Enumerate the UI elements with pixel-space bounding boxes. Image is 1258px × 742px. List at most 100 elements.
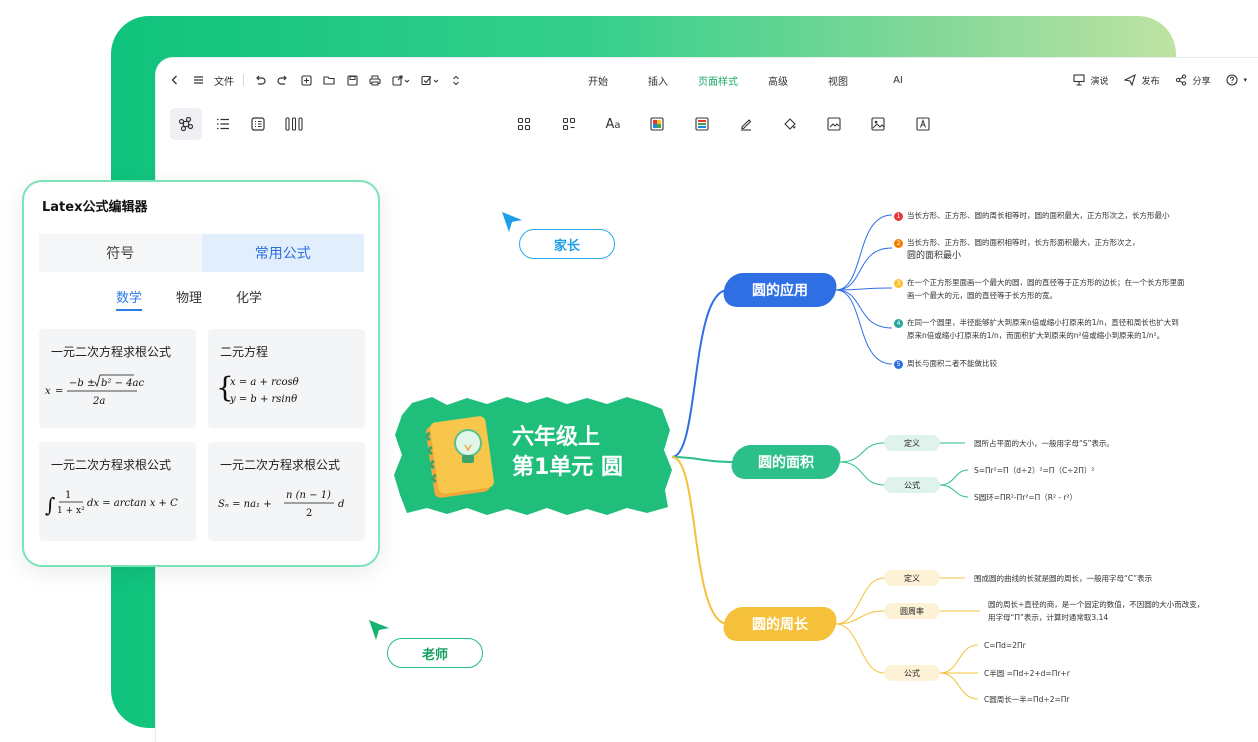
- style-toolbar: Aa: [156, 102, 1258, 146]
- central-node[interactable]: 六年级上 第1单元 圆: [392, 395, 674, 517]
- chevron-down-icon: ▾: [1243, 76, 1247, 84]
- share-icon: [1176, 74, 1187, 86]
- branch-label: 圆的应用: [752, 283, 808, 299]
- folder-icon[interactable]: [322, 73, 336, 87]
- color-grid-icon: [695, 117, 709, 131]
- present-label: 演说: [1090, 76, 1109, 87]
- tag-definition[interactable]: 定义: [884, 435, 940, 451]
- segment-common-formulas[interactable]: 常用公式: [201, 234, 364, 272]
- formula-card[interactable]: 一元二次方程求根公式 x = −b ± b² − 4ac 2a: [39, 329, 196, 428]
- expand-icon[interactable]: [449, 73, 463, 87]
- image-insert-button[interactable]: [818, 108, 850, 140]
- layout-grid-button[interactable]: [508, 108, 540, 140]
- list-item[interactable]: 圆所占平面的大小，一般用字母“S”表示。: [974, 437, 1114, 450]
- menubar-right: 演说 发布 分享 ▾: [1073, 58, 1247, 102]
- add-box-icon[interactable]: [299, 73, 313, 87]
- list-item[interactable]: S=Πr²=Π（d÷2）²=Π（C÷2Π）²: [974, 464, 1094, 477]
- card-list-button[interactable]: [242, 108, 274, 140]
- help-icon: [1226, 74, 1239, 86]
- menu-icon[interactable]: [191, 73, 205, 87]
- central-node-title: 六年级上 第1单元 圆: [512, 423, 623, 483]
- tab-ai[interactable]: AI: [868, 75, 928, 86]
- tag-definition[interactable]: 定义: [884, 570, 940, 586]
- notebook-bulb-icon: [425, 416, 494, 498]
- structure-button[interactable]: [170, 108, 202, 140]
- tag-formula[interactable]: 公式: [884, 477, 940, 493]
- tag-pi[interactable]: 圆周率: [884, 603, 940, 619]
- ribbon-tabs: 开始 插入 页面样式 高级 视图 AI: [568, 58, 928, 102]
- formula-card[interactable]: 一元二次方程求根公式 Sₙ = na₁ + n (n − 1) 2 d: [208, 442, 365, 541]
- present-button[interactable]: 演说: [1073, 74, 1108, 87]
- list-item[interactable]: 2 当长方形、正方形、圆的面积相等时，长方形面积最大，正方形次之， 圆的面积最小: [894, 236, 1140, 263]
- help-button[interactable]: ▾: [1226, 74, 1247, 86]
- back-icon[interactable]: [168, 73, 182, 87]
- tab-start[interactable]: 开始: [568, 73, 628, 88]
- tab-physics[interactable]: 物理: [176, 287, 202, 311]
- layout-columns-button[interactable]: [278, 108, 310, 140]
- print-icon[interactable]: [368, 73, 382, 87]
- number-badge: 2: [894, 238, 903, 248]
- background-image-button[interactable]: [862, 108, 894, 140]
- tab-view[interactable]: 视图: [808, 73, 868, 88]
- branch-circle-area[interactable]: 圆的面积: [729, 445, 843, 479]
- branch-circle-perimeter[interactable]: 圆的周长: [721, 607, 839, 641]
- theme-color-button[interactable]: [641, 108, 673, 140]
- columns-icon: [285, 117, 303, 131]
- tab-chemistry[interactable]: 化学: [236, 287, 262, 311]
- list-item[interactable]: 4 在同一个圆里，半径能够扩大到原来n倍或缩小打原来的1/n，直径和周长也扩大到 …: [894, 316, 1179, 342]
- divider: [243, 74, 244, 86]
- formula-card[interactable]: 二元方程 { x = a + rcosθ y = b + rsinθ: [208, 329, 365, 428]
- list-item[interactable]: C=Πd=2Πr: [984, 639, 1026, 652]
- svg-text:y = b + rsinθ: y = b + rsinθ: [229, 394, 297, 405]
- publish-button[interactable]: 发布: [1124, 74, 1159, 87]
- redo-icon[interactable]: [276, 73, 290, 87]
- send-icon: [1124, 74, 1137, 86]
- formula-title: 一元二次方程求根公式: [51, 345, 172, 359]
- cursor-teacher-icon: [369, 620, 389, 640]
- svg-text:Sₙ = na₁ +: Sₙ = na₁ +: [218, 499, 272, 510]
- tab-page-style[interactable]: 页面样式: [688, 73, 748, 88]
- collaborator-teacher-label: 老师: [387, 638, 483, 668]
- formula-card[interactable]: 一元二次方程求根公式 ∫ 1 1 + x² dx = arctan x + C: [39, 442, 196, 541]
- list-item[interactable]: 5 周长与面积二者不能做比较: [894, 357, 997, 370]
- fill-button[interactable]: [774, 108, 806, 140]
- svg-text:=: =: [55, 386, 63, 397]
- export-icon[interactable]: [391, 73, 411, 87]
- subject-tabs: 数学 物理 化学: [116, 287, 262, 311]
- list-item[interactable]: 1 当长方形、正方形、圆的周长相等时，圆的面积最大，正方形次之，长方形最小: [894, 209, 1170, 222]
- list-item[interactable]: 3 在一个正方形里面画一个最大的圆，圆的直径等于正方形的边长；在一个长方形里面 画…: [894, 276, 1185, 302]
- share-label: 分享: [1192, 76, 1211, 87]
- formula-preview: { x = a + rcosθ y = b + rsinθ: [216, 371, 299, 405]
- tab-math[interactable]: 数学: [116, 287, 143, 311]
- cursor-parent-icon: [502, 212, 522, 232]
- tab-advanced[interactable]: 高级: [748, 73, 808, 88]
- formula-preview: ∫ 1 1 + x² dx = arctan x + C: [45, 490, 178, 517]
- list-item[interactable]: 围成圆的曲线的长就是圆的周长，一般用字母“C”表示: [974, 572, 1152, 585]
- formula-preview: x = −b ± b² − 4ac 2a: [45, 374, 144, 407]
- collaborator-parent-label: 家长: [519, 229, 615, 259]
- svg-text:2a: 2a: [92, 396, 105, 407]
- formula-preview: Sₙ = na₁ + n (n − 1) 2 d: [218, 490, 344, 519]
- list-item[interactable]: C半圆 =Πd÷2+d=Πr+r: [984, 667, 1070, 680]
- list-item[interactable]: S圆环=ΠR²-Πr²=Π（R² - r²）: [974, 491, 1077, 504]
- line-style-button[interactable]: [730, 108, 762, 140]
- list-icon: [217, 118, 229, 130]
- tag-formula[interactable]: 公式: [884, 665, 940, 681]
- font-button[interactable]: Aa: [597, 108, 629, 140]
- number-badge: 1: [894, 211, 903, 221]
- segment-symbols[interactable]: 符号: [39, 234, 202, 272]
- undo-icon[interactable]: [253, 73, 267, 87]
- share-button[interactable]: 分享: [1175, 74, 1210, 87]
- list-item[interactable]: C圆周长一半=Πd÷2=Πr: [984, 693, 1069, 706]
- checkbox-icon[interactable]: [420, 73, 440, 87]
- tab-insert[interactable]: 插入: [628, 73, 688, 88]
- text-box-icon: [916, 117, 930, 131]
- text-box-button[interactable]: [907, 108, 939, 140]
- file-menu[interactable]: 文件: [214, 73, 234, 88]
- color-scheme-button[interactable]: [686, 108, 718, 140]
- list-item[interactable]: 圆的周长÷直径的商，是一个固定的数值，不因圆的大小而改变， 用字母“Π”表示，计…: [988, 598, 1204, 624]
- save-icon[interactable]: [345, 73, 359, 87]
- outline-button[interactable]: [207, 108, 239, 140]
- branch-circle-application[interactable]: 圆的应用: [721, 273, 839, 307]
- layout-grid-alt-button[interactable]: [553, 108, 585, 140]
